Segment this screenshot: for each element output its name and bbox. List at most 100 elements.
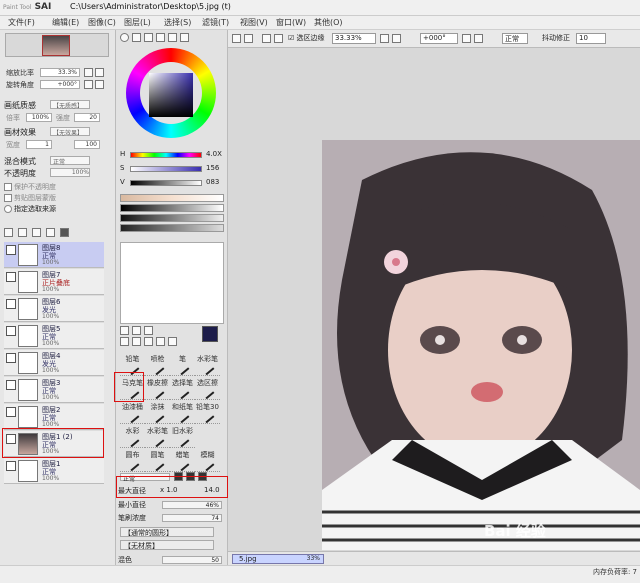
visibility-icon[interactable] xyxy=(6,461,16,471)
protect-opacity-checkbox[interactable]: 保护不透明度 xyxy=(4,182,56,192)
zoom-dropdown[interactable]: 33.33% xyxy=(332,33,376,44)
document-tab[interactable]: 5.jpg 33% xyxy=(232,554,324,564)
visibility-icon[interactable] xyxy=(6,245,16,255)
blend-mode-select[interactable]: 正常 xyxy=(50,156,90,166)
selection-source-radio[interactable]: 指定选取来源 xyxy=(4,204,56,214)
brush-texture-select[interactable]: 【无材质】 xyxy=(120,540,214,550)
mixer-icon[interactable] xyxy=(156,33,165,42)
rotate-ccw-icon[interactable] xyxy=(462,34,471,43)
tool-smudge[interactable]: 涂抹 xyxy=(145,402,170,424)
move-canvas-icon[interactable] xyxy=(274,34,283,43)
tool-pencil[interactable]: 铅笔 xyxy=(120,354,145,376)
zoom-plus-icon[interactable] xyxy=(392,34,401,43)
hue-slider[interactable] xyxy=(130,152,202,158)
menu-select[interactable]: 选择(S) xyxy=(164,17,191,28)
rotate-cw-icon[interactable] xyxy=(474,34,483,43)
hsv-slider-icon[interactable] xyxy=(144,33,153,42)
visibility-icon[interactable] xyxy=(6,299,16,309)
menu-image[interactable]: 图像(C) xyxy=(88,17,116,28)
hand-tool-icon[interactable] xyxy=(156,337,165,346)
palette-bar[interactable] xyxy=(120,224,224,232)
palette-bar[interactable] xyxy=(120,204,224,212)
visibility-icon[interactable] xyxy=(6,407,16,417)
brush-shape-icon[interactable] xyxy=(174,472,183,481)
tool-watercolor[interactable]: 水彩笔 xyxy=(195,354,220,376)
brush-shape-icon[interactable] xyxy=(198,472,207,481)
menu-window[interactable]: 窗口(W) xyxy=(276,17,306,28)
navigator-thumbnail[interactable] xyxy=(5,33,109,57)
tool-watercolor2[interactable]: 水彩 xyxy=(120,426,145,448)
new-icon[interactable] xyxy=(232,34,241,43)
tool-watercolor-brush[interactable]: 水彩笔 xyxy=(145,426,170,448)
texture-select[interactable]: 【无质感】 xyxy=(50,100,90,110)
zoom-tool-icon[interactable] xyxy=(132,337,141,346)
trash-icon[interactable] xyxy=(60,228,69,237)
deselect-icon[interactable] xyxy=(262,34,271,43)
mask-layer-icon[interactable] xyxy=(46,228,55,237)
zoom-minus-icon[interactable] xyxy=(380,34,389,43)
zoom-field[interactable]: 33.3% xyxy=(40,68,80,77)
new-layer-icon[interactable] xyxy=(4,228,13,237)
zoom-in-icon[interactable] xyxy=(95,68,104,77)
brush-mode-select[interactable]: 正常 xyxy=(120,473,170,483)
magic-wand-icon[interactable] xyxy=(144,326,153,335)
layer-item[interactable]: 图层6 发光 100% xyxy=(4,296,104,322)
layer-item[interactable]: 图层5 正常 100% xyxy=(4,323,104,349)
layer-item[interactable]: 图层8 正常 100% xyxy=(4,242,104,268)
visibility-icon[interactable] xyxy=(6,326,16,336)
brush-size-value[interactable]: 14.0 xyxy=(204,486,220,494)
layer-item[interactable]: 图层7 正片叠底 100% xyxy=(4,269,104,295)
color-wheel-icon[interactable] xyxy=(120,33,129,42)
mix-slider[interactable]: 50 xyxy=(162,556,222,564)
opacity-slider[interactable]: 100% xyxy=(50,168,90,177)
rotate-left-icon[interactable] xyxy=(84,80,93,89)
scratchpad-area[interactable] xyxy=(120,242,224,324)
tool-eraser[interactable]: 橡皮擦 xyxy=(145,378,170,400)
value-slider[interactable] xyxy=(130,180,202,186)
blend-dropdown[interactable]: 正常 xyxy=(502,33,528,44)
angle-field[interactable]: +000° xyxy=(40,80,80,89)
new-folder-icon[interactable] xyxy=(18,228,27,237)
tool-airbrush[interactable]: 喷枪 xyxy=(145,354,170,376)
tool-brush[interactable]: 笔 xyxy=(170,354,195,376)
visibility-icon[interactable] xyxy=(6,380,16,390)
effect-select[interactable]: 【无效果】 xyxy=(50,127,90,137)
density-slider[interactable]: 74 xyxy=(162,514,222,522)
visibility-icon[interactable] xyxy=(6,353,16,363)
tool-pencil30[interactable]: 铅笔30 xyxy=(195,402,220,424)
menu-view[interactable]: 视图(V) xyxy=(240,17,268,28)
select-rect-icon[interactable] xyxy=(120,326,129,335)
invert-selection-icon[interactable] xyxy=(244,34,253,43)
tool-bucket[interactable]: 油漆桶 xyxy=(120,402,145,424)
layer-item[interactable]: 图层1 (2) 正常 100% xyxy=(4,431,104,457)
tool-select-pen[interactable]: 选择笔 xyxy=(170,378,195,400)
tool-select-eraser[interactable]: 选区擦 xyxy=(195,378,220,400)
visibility-icon[interactable] xyxy=(6,434,16,444)
rgb-slider-icon[interactable] xyxy=(132,33,141,42)
menu-edit[interactable]: 编辑(E) xyxy=(52,17,79,28)
tool-blur[interactable]: 模糊 xyxy=(195,450,220,472)
brush-shape-icon[interactable] xyxy=(186,472,195,481)
tool-old-watercolor[interactable]: 旧水彩 xyxy=(170,426,195,448)
lasso-icon[interactable] xyxy=(132,326,141,335)
min-size-slider[interactable]: 46% xyxy=(162,501,222,509)
layer-item[interactable]: 图层2 正常 100% xyxy=(4,404,104,430)
visibility-icon[interactable] xyxy=(6,272,16,282)
menu-filter[interactable]: 滤镜(T) xyxy=(202,17,229,28)
stabilizer-dropdown[interactable]: 10 xyxy=(576,33,606,44)
layer-item[interactable]: 图层1 正常 100% xyxy=(4,458,104,484)
rotate-tool-icon[interactable] xyxy=(144,337,153,346)
canvas-artwork[interactable] xyxy=(322,140,640,550)
layer-item[interactable]: 图层4 发光 100% xyxy=(4,350,104,376)
copy-layer-icon[interactable] xyxy=(32,228,41,237)
palette-bar[interactable] xyxy=(120,194,224,202)
tool-crayon[interactable]: 蜡笔 xyxy=(170,450,195,472)
saturation-slider[interactable] xyxy=(130,166,202,172)
angle-dropdown[interactable]: +000° xyxy=(420,33,458,44)
tool-marker[interactable]: 马克笔 xyxy=(120,378,145,400)
tool-round-pen[interactable]: 圆笔 xyxy=(145,450,170,472)
brush-shape-select[interactable]: 【通常的圆形】 xyxy=(120,527,214,537)
menu-layer[interactable]: 图层(L) xyxy=(124,17,151,28)
menu-other[interactable]: 其他(O) xyxy=(314,17,343,28)
layer-item[interactable]: 图层3 正常 100% xyxy=(4,377,104,403)
